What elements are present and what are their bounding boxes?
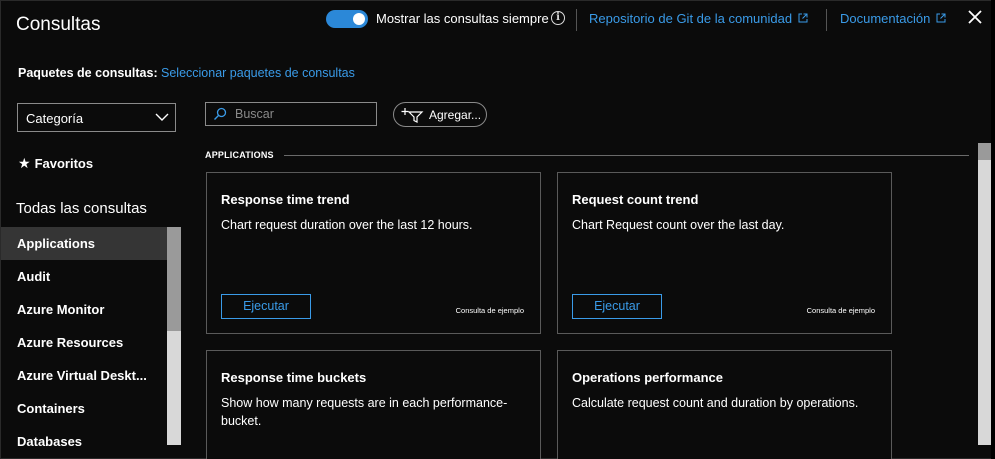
card-description: Chart Request count over the last day. <box>572 218 785 232</box>
toggle-label: Mostrar las consultas siempre <box>376 11 549 26</box>
card-description: Show how many requests are in each perfo… <box>221 396 508 428</box>
sidebar-item-databases[interactable]: Databases <box>1 425 167 458</box>
external-link-icon <box>936 13 946 23</box>
close-icon[interactable] <box>965 7 985 27</box>
community-repo-link[interactable]: Repositorio de Git de la comunidad <box>589 11 808 26</box>
favorites-item[interactable]: ★ Favoritos <box>18 155 93 172</box>
favorites-label: Favoritos <box>34 156 94 171</box>
run-button[interactable]: Ejecutar <box>221 294 311 319</box>
run-button[interactable]: Ejecutar <box>572 294 662 319</box>
query-packs-label: Paquetes de consultas: <box>18 66 158 80</box>
card-title: Request count trend <box>572 192 699 207</box>
sidebar-item-audit[interactable]: Audit <box>1 260 167 293</box>
search-input[interactable] <box>235 105 373 123</box>
card-description: Chart request duration over the last 12 … <box>221 218 473 232</box>
sample-query-tag: Consulta de ejemplo <box>806 306 875 315</box>
card-description: Calculate request count and duration by … <box>572 396 859 410</box>
chevron-down-icon <box>155 113 169 121</box>
select-query-packs-link[interactable]: Seleccionar paquetes de consultas <box>161 66 355 80</box>
category-select[interactable]: Categoría <box>17 103 176 132</box>
main-scrollbar[interactable] <box>978 143 992 445</box>
community-repo-label: Repositorio de Git de la comunidad <box>589 11 793 26</box>
add-filter-button[interactable]: Agregar... <box>393 102 487 127</box>
search-icon <box>214 107 227 120</box>
main-scrollbar-thumb[interactable] <box>978 143 992 160</box>
header-divider <box>576 9 577 31</box>
queries-panel: Consultas Mostrar las consultas siempre … <box>0 0 995 459</box>
panel-title: Consultas <box>16 14 101 35</box>
header-divider <box>826 9 827 31</box>
query-card[interactable]: Response time buckets Show how many requ… <box>206 350 541 459</box>
card-title: Operations performance <box>572 370 723 385</box>
sidebar-item-azure-resources[interactable]: Azure Resources <box>1 326 167 359</box>
sidebar-scrollbar-thumb[interactable] <box>167 227 181 331</box>
toggle-knob <box>353 13 365 25</box>
query-card[interactable]: Request count trend Chart Request count … <box>557 172 892 334</box>
add-filter-label: Agregar... <box>429 108 482 122</box>
star-icon: ★ <box>18 155 31 171</box>
query-card[interactable]: Response time trend Chart request durati… <box>206 172 541 334</box>
sidebar-item-containers[interactable]: Containers <box>1 392 167 425</box>
sample-query-tag: Consulta de ejemplo <box>455 306 524 315</box>
add-filter-icon <box>401 108 424 123</box>
documentation-label: Documentación <box>840 11 931 26</box>
search-box[interactable] <box>205 102 377 126</box>
sidebar-item-azure-monitor[interactable]: Azure Monitor <box>1 293 167 326</box>
section-header: APPLICATIONS <box>205 150 274 160</box>
card-title: Response time buckets <box>221 370 367 385</box>
all-queries-heading: Todas las consultas <box>16 200 147 217</box>
sidebar-item-applications[interactable]: Applications <box>1 227 167 260</box>
category-select-value: Categoría <box>26 111 84 126</box>
show-queries-toggle[interactable] <box>326 10 368 28</box>
window-edge <box>991 0 995 459</box>
sidebar-item-azure-virtual-desktop[interactable]: Azure Virtual Deskt... <box>1 359 167 392</box>
sidebar-scrollbar[interactable] <box>167 227 181 445</box>
section-divider <box>284 155 969 156</box>
card-title: Response time trend <box>221 192 350 207</box>
documentation-link[interactable]: Documentación <box>840 11 946 26</box>
info-icon[interactable]: i <box>551 11 565 25</box>
external-link-icon <box>798 13 808 23</box>
query-card[interactable]: Operations performance Calculate request… <box>557 350 892 459</box>
